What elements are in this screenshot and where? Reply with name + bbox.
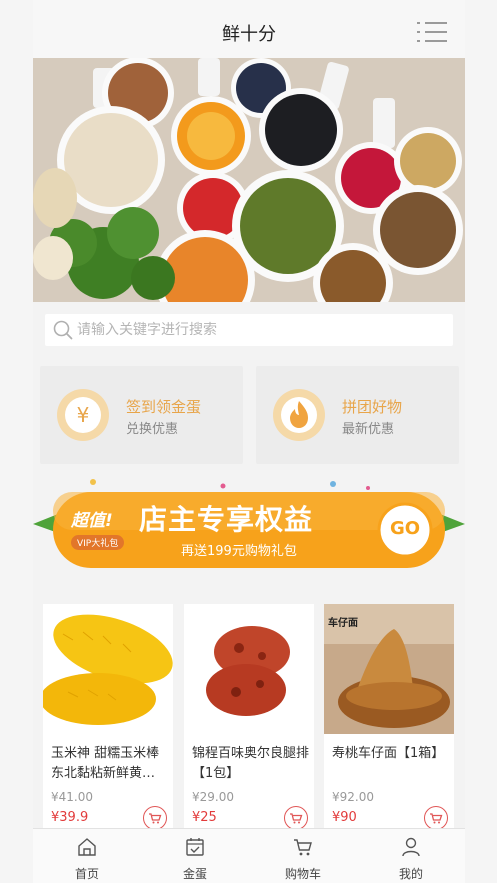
corn-image xyxy=(43,604,173,734)
banner-image[interactable] xyxy=(33,58,465,302)
product-card[interactable]: 玉米神 甜糯玉米棒东北黏粘新鲜黄… ¥41.00 ¥39.9 xyxy=(43,604,173,836)
add-to-cart-icon[interactable] xyxy=(424,806,448,830)
chicken-leg-image xyxy=(184,604,314,734)
product-card[interactable]: 锦程百味奥尔良腿排【1包】 ¥29.00 ¥25 xyxy=(184,604,314,836)
promo-title: 店主专享权益 xyxy=(139,503,314,536)
image-label: 车仔面 xyxy=(328,618,358,629)
sale-price: ¥90 xyxy=(332,810,357,825)
tab-label: 首页 xyxy=(74,867,99,881)
bottom-tab-bar: 首页 金蛋 购物车 我的 xyxy=(33,828,465,883)
page-title: 鲜十分 xyxy=(222,24,276,45)
promo-badge-sub: VIP大礼包 xyxy=(71,535,125,550)
group-buy-card[interactable]: 拼团好物 最新优惠 xyxy=(256,366,459,464)
promo-badge: 超值! xyxy=(71,511,113,531)
original-price: ¥92.00 xyxy=(332,790,374,804)
tab-label: 我的 xyxy=(398,867,423,881)
flame-icon xyxy=(272,388,326,442)
product-name: 寿桃车仔面【1箱】 xyxy=(332,746,445,761)
sale-price: ¥39.9 xyxy=(51,810,89,825)
tab-golden-egg[interactable]: 金蛋 xyxy=(141,829,249,883)
search-icon xyxy=(53,320,73,340)
cart-icon xyxy=(294,839,312,856)
tab-label: 金蛋 xyxy=(182,867,207,881)
card-subtitle: 最新优惠 xyxy=(342,422,395,437)
product-name: 锦程百味奥尔良腿排【1包】 xyxy=(192,746,310,781)
yen-coin-icon: ¥ xyxy=(56,388,110,442)
promo-subtitle: 再送199元购物礼包 xyxy=(181,544,297,559)
product-card[interactable]: 车仔面 寿桃车仔面【1箱】 ¥92.00 ¥90 xyxy=(324,604,454,836)
original-price: ¥29.00 xyxy=(192,790,234,804)
calendar-check-icon xyxy=(186,838,204,856)
header: 鲜十分 xyxy=(33,0,465,58)
home-icon xyxy=(78,838,96,856)
search-input[interactable] xyxy=(77,314,437,346)
card-subtitle: 兑换优惠 xyxy=(126,422,179,437)
app-page: 鲜十分 请输入关键字进行搜索 ¥ 签到领金蛋 兑换优惠 拼团好物 最新优惠 超值… xyxy=(33,0,465,883)
product-name: 玉米神 甜糯玉米棒东北黏粘新鲜黄… xyxy=(51,746,160,781)
noodle-image: 车仔面 xyxy=(324,604,454,734)
promo-go-button[interactable]: GO xyxy=(379,518,431,539)
sale-price: ¥25 xyxy=(192,810,217,825)
add-to-cart-icon[interactable] xyxy=(143,806,167,830)
checkin-card[interactable]: ¥ 签到领金蛋 兑换优惠 xyxy=(40,366,243,464)
svg-text:¥: ¥ xyxy=(77,403,90,427)
add-to-cart-icon[interactable] xyxy=(284,806,308,830)
list-menu-icon[interactable] xyxy=(417,22,447,42)
card-title: 签到领金蛋 xyxy=(126,398,202,416)
tab-home[interactable]: 首页 xyxy=(33,829,141,883)
tab-profile[interactable]: 我的 xyxy=(357,829,465,883)
search-bar[interactable] xyxy=(45,314,453,346)
user-icon xyxy=(402,837,420,857)
card-title: 拼团好物 xyxy=(342,398,403,416)
original-price: ¥41.00 xyxy=(51,790,93,804)
tab-label: 购物车 xyxy=(284,867,321,881)
tab-cart[interactable]: 购物车 xyxy=(249,829,357,883)
vip-promo-banner[interactable]: 超值! VIP大礼包 店主专享权益 再送199元购物礼包 GO xyxy=(33,478,465,578)
